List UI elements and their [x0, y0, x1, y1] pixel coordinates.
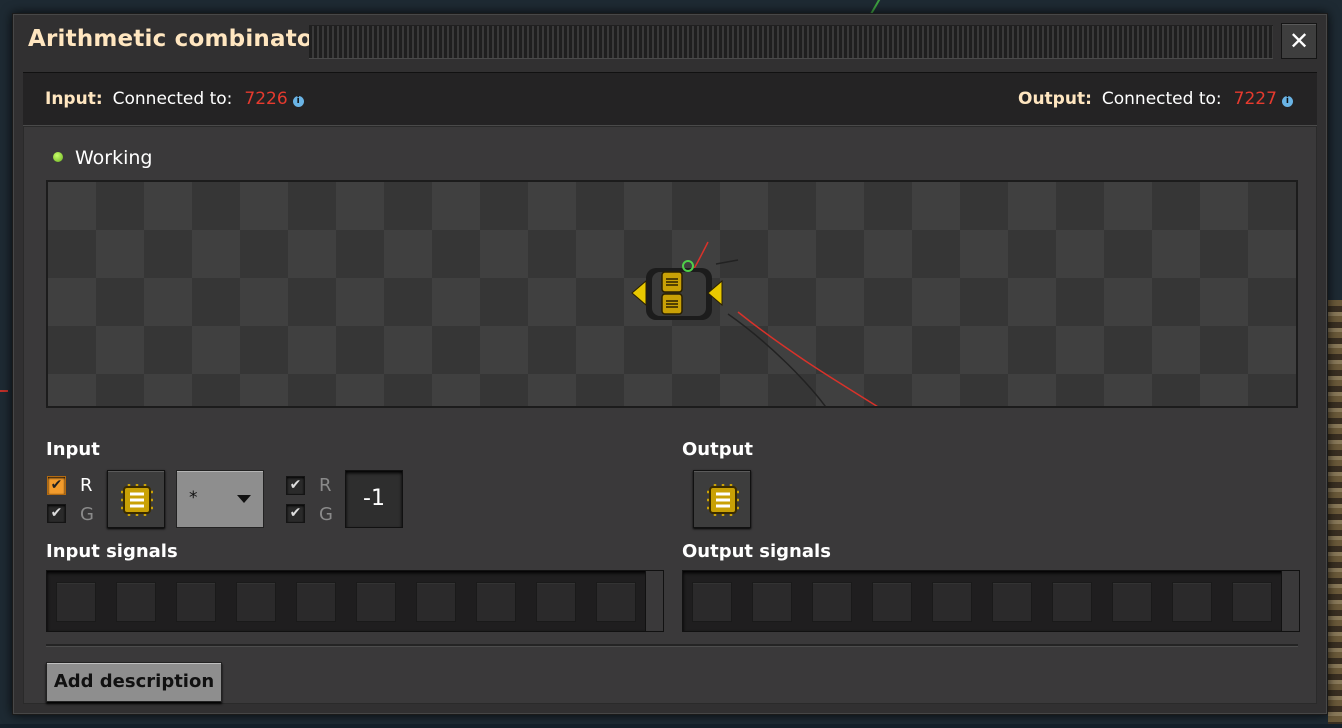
combinator-sprite — [631, 241, 878, 406]
input-connection-label: Input: — [45, 89, 103, 109]
input-section-label: Input — [46, 439, 100, 460]
signal-slot — [176, 582, 216, 622]
right-red-wire-checkbox[interactable]: ✔ — [286, 476, 305, 495]
status-dot-icon — [53, 152, 63, 162]
signal-slot — [812, 582, 852, 622]
add-description-button[interactable]: Add description — [46, 662, 222, 702]
signal-slot — [752, 582, 792, 622]
output-connection-label: Output: — [1018, 89, 1092, 109]
close-icon: ✕ — [1288, 27, 1310, 55]
operator-dropdown[interactable]: * — [176, 470, 264, 528]
info-icon[interactable]: i — [292, 96, 304, 107]
output-connection: Output: Connected to: 7227 i — [1018, 89, 1293, 109]
signal-slot — [1172, 582, 1212, 622]
signal-slot — [116, 582, 156, 622]
signal-slot — [536, 582, 576, 622]
signal-each-chip-icon — [121, 484, 153, 516]
close-button[interactable]: ✕ — [1281, 23, 1317, 59]
signal-slot — [692, 582, 732, 622]
check-icon: ✔ — [50, 505, 63, 521]
signal-slot — [356, 582, 396, 622]
left-signal-selector[interactable] — [107, 470, 165, 528]
check-icon: ✔ — [289, 477, 302, 493]
left-green-wire-checkbox[interactable]: ✔ — [47, 504, 66, 523]
right-red-label: R — [319, 475, 332, 496]
world-bottom-strip — [0, 724, 1342, 728]
signal-slot — [56, 582, 96, 622]
output-section-label: Output — [682, 439, 754, 460]
check-icon: ✔ — [50, 477, 63, 493]
signal-slot — [296, 582, 336, 622]
signal-each-chip-icon — [707, 484, 739, 516]
signal-slot — [416, 582, 456, 622]
left-green-label: G — [80, 504, 94, 525]
window-titlebar: Arithmetic combinator ✕ — [13, 14, 1327, 72]
input-connection-text: Connected to: — [112, 89, 233, 109]
input-signals-panel — [46, 570, 664, 632]
left-red-label: R — [80, 475, 93, 496]
world-terrain-strip — [1328, 300, 1342, 728]
info-icon[interactable]: i — [1281, 96, 1293, 107]
constant-input[interactable]: -1 — [345, 470, 403, 528]
signal-slot — [596, 582, 636, 622]
signal-slot — [932, 582, 972, 622]
check-icon: ✔ — [289, 505, 302, 521]
output-signals-label: Output signals — [682, 541, 831, 562]
input-signals-scrollbar[interactable] — [645, 571, 663, 631]
signal-slot — [872, 582, 912, 622]
signal-slot — [236, 582, 276, 622]
connection-bar: Input: Connected to: 7226 i Output: Connecte… — [23, 72, 1317, 126]
output-network-id: 7227 — [1233, 89, 1277, 109]
output-connection-text: Connected to: — [1101, 89, 1222, 109]
window-title: Arithmetic combinator — [28, 26, 325, 52]
entity-preview[interactable] — [46, 180, 1298, 408]
signal-slot — [476, 582, 516, 622]
input-connection: Input: Connected to: 7226 i — [45, 89, 304, 109]
left-red-wire-checkbox[interactable]: ✔ — [47, 476, 66, 495]
chevron-down-icon — [237, 495, 251, 503]
window-content: Working Input Output ✔ R ✔ G * ✔ R ✔ G -… — [23, 126, 1317, 704]
status-text: Working — [75, 147, 153, 169]
output-signal-selector[interactable] — [693, 470, 751, 528]
section-divider — [46, 644, 1298, 647]
signal-slot — [1112, 582, 1152, 622]
output-signals-panel — [682, 570, 1300, 632]
right-green-wire-checkbox[interactable]: ✔ — [286, 504, 305, 523]
world-red-wire — [0, 390, 8, 392]
input-signals-label: Input signals — [46, 541, 178, 562]
signal-slot — [1052, 582, 1092, 622]
signal-slot — [1232, 582, 1272, 622]
signal-slot — [992, 582, 1032, 622]
right-green-label: G — [319, 504, 333, 525]
window-drag-handle[interactable] — [309, 25, 1273, 59]
output-signals-scrollbar[interactable] — [1281, 571, 1299, 631]
status-indicator: Working — [53, 147, 153, 169]
operator-value: * — [189, 488, 198, 508]
combinator-window: Arithmetic combinator ✕ Input: Connected … — [12, 13, 1328, 715]
input-network-id: 7226 — [244, 89, 288, 109]
